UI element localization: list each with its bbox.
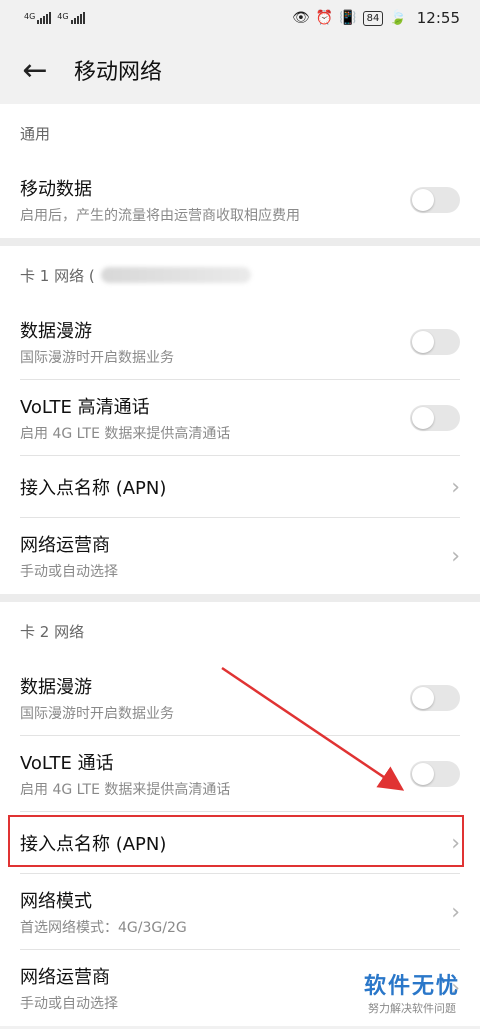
network-type-label: 4G [57,12,69,21]
watermark-subtitle: 努力解决软件问题 [367,1002,456,1015]
watermark-title: 软件无忧 [363,974,460,999]
sim1-roaming-toggle[interactable] [410,329,460,355]
section-gap [0,594,480,602]
sim1-volte-toggle[interactable] [410,405,460,431]
sim1-volte-row[interactable]: VoLTE 高清通话 启用 4G LTE 数据来提供高清通话 [0,380,480,456]
clock: 12:55 [416,9,460,27]
row-title: VoLTE 通话 [20,753,114,774]
section-header-general: 通用 [20,124,51,143]
row-desc: 首选网络模式：4G/3G/2G [20,920,187,936]
row-desc: 手动或自动选择 [20,996,118,1012]
vibrate-icon: 📳 [339,10,357,26]
mobile-data-row[interactable]: 移动数据 启用后，产生的流量将由运营商收取相应费用 [0,162,480,238]
row-title: VoLTE 高清通话 [20,397,150,418]
sim2-roaming-toggle[interactable] [410,685,460,711]
leaf-icon: 🍃 [389,10,407,26]
page-title: 移动网络 [74,60,163,85]
signal-icon: 4G [24,12,52,24]
sim1-label: 卡 1 网络 ( [20,266,95,285]
sim1-apn-row[interactable]: 接入点名称 (APN) › [0,456,480,518]
row-desc: 启用 4G LTE 数据来提供高清通话 [20,782,231,798]
chevron-right-icon: › [451,543,460,569]
battery-icon: 84 [362,10,384,26]
row-title: 数据漫游 [20,677,92,698]
apn-highlight-box [8,815,464,867]
redacted-number [100,267,251,283]
row-title: 接入点名称 (APN) [20,478,167,499]
row-desc: 国际漫游时开启数据业务 [20,706,174,722]
sim2-volte-row[interactable]: VoLTE 通话 启用 4G LTE 数据来提供高清通话 [0,736,480,812]
mobile-data-toggle[interactable] [410,187,460,213]
signal-icon: 4G [57,12,85,24]
chevron-right-icon: › [451,899,460,925]
row-title: 网络运营商 [20,967,110,988]
app-bar: ← 移动网络 [0,36,480,104]
alarm-icon: ⏰ [315,10,334,26]
sim2-roaming-row[interactable]: 数据漫游 国际漫游时开启数据业务 [0,660,480,736]
row-title: 数据漫游 [20,321,92,342]
sim1-carrier-row[interactable]: 网络运营商 手动或自动选择 › [0,518,480,594]
section-gap [0,238,480,246]
eye-comfort-icon: 👁 [291,10,310,26]
row-title: 移动数据 [20,179,92,200]
section-header-sim1: 卡 1 网络 ( [0,246,480,304]
row-desc: 国际漫游时开启数据业务 [20,350,174,366]
sim2-volte-toggle[interactable] [410,761,460,787]
row-title: 网络运营商 [20,535,110,556]
sim1-roaming-row[interactable]: 数据漫游 国际漫游时开启数据业务 [0,304,480,380]
chevron-right-icon: › [451,474,460,500]
status-bar: 4G 4G 👁 ⏰ 📳 84 🍃 12:55 [0,0,480,36]
watermark: 软件无忧 努力解决软件问题 [364,968,460,1016]
row-desc: 启用 4G LTE 数据来提供高清通话 [20,426,231,442]
status-right: 👁 ⏰ 📳 84 🍃 12:55 [292,9,460,27]
row-desc: 手动或自动选择 [20,564,118,580]
section-header-sim2: 卡 2 网络 [20,622,85,641]
row-desc: 启用后，产生的流量将由运营商收取相应费用 [20,208,300,224]
status-left: 4G 4G [24,12,85,24]
sim2-section: 卡 2 网络 数据漫游 国际漫游时开启数据业务 VoLTE 通话 启用 4G L… [0,602,480,1026]
network-type-label: 4G [24,12,36,21]
sim2-mode-row[interactable]: 网络模式 首选网络模式：4G/3G/2G › [0,874,480,950]
sim1-section: 卡 1 网络 ( 数据漫游 国际漫游时开启数据业务 VoLTE 高清通话 启用 … [0,246,480,594]
row-title: 网络模式 [20,891,92,912]
general-section: 通用 移动数据 启用后，产生的流量将由运营商收取相应费用 [0,104,480,238]
back-arrow-icon[interactable]: ← [20,53,50,88]
